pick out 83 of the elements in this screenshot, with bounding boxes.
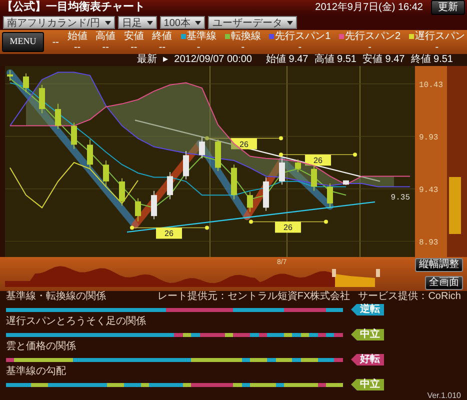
status-tag: 中立	[351, 328, 384, 340]
marker-icon: ▸	[163, 54, 168, 66]
candlestick	[23, 72, 29, 93]
signal-label: 遅行スパンとろうそく足の関係	[6, 316, 146, 328]
dropdown[interactable]: 日足	[118, 16, 157, 29]
field-label: 高値	[96, 31, 116, 42]
legend-value: -	[435, 42, 439, 53]
status-tag: 好転	[351, 354, 384, 366]
caret-icon	[195, 21, 202, 25]
price-label: 9.35	[390, 193, 410, 202]
legend-label: 遅行スパン	[414, 31, 465, 42]
candlestick	[119, 178, 125, 206]
legend-label: 転換線	[230, 31, 261, 42]
field-value: --	[130, 42, 138, 53]
axis-label: 10.43	[419, 80, 444, 90]
candlestick	[311, 165, 317, 192]
candlestick	[199, 136, 205, 159]
candlestick	[327, 183, 333, 208]
credit-text: サービス提供：CoRich	[358, 291, 461, 303]
quote-text: 終値 9.51	[410, 54, 453, 66]
value-text: --	[52, 36, 59, 48]
candlestick	[7, 70, 13, 82]
dropdown[interactable]: ユーザーデータ	[208, 16, 298, 29]
legend-value: -	[368, 42, 372, 53]
candlestick	[103, 160, 109, 186]
signal-label: 基準線の勾配	[6, 366, 66, 378]
latest-datetime: 2012/09/07 00:00	[174, 54, 252, 66]
quote-text: 高値 9.51	[314, 54, 356, 66]
version-text: Ver.1.010	[427, 391, 461, 400]
range-handle	[332, 269, 336, 277]
scrollbar[interactable]	[447, 66, 467, 257]
app-title: 【公式】一目均衡表チャート	[2, 0, 145, 15]
signal-label: 雲と価格の関係	[6, 341, 76, 353]
selection-area	[335, 274, 375, 287]
caret-icon	[287, 21, 294, 25]
field-value: --	[74, 42, 81, 53]
axis-label: 9.43	[419, 186, 438, 195]
field-label: 終値	[152, 31, 172, 42]
legend-value: -	[241, 42, 245, 53]
dropdown[interactable]: 南アフリカランド/円	[3, 16, 115, 29]
candlestick	[151, 190, 157, 220]
candlestick	[263, 176, 269, 212]
status-tag: 逆転	[351, 304, 384, 316]
candlestick	[247, 192, 253, 212]
legend-value: -	[298, 42, 302, 53]
legend-label: 先行スパン2	[345, 31, 401, 42]
date-time: 2012年9月7日(金) 16:42	[315, 1, 423, 15]
legend-label: 先行スパン1	[275, 31, 331, 42]
legend-value: -	[196, 42, 200, 53]
axis-label: 8.93	[419, 238, 438, 248]
candlestick	[39, 84, 45, 114]
caret-icon	[146, 21, 153, 25]
field-label: 始値	[67, 31, 88, 42]
dropdown[interactable]: 100本	[160, 16, 206, 29]
latest-label: 最新	[137, 54, 158, 66]
scroll-thumb[interactable]	[449, 176, 461, 234]
menu-button[interactable]: MENU	[2, 32, 44, 52]
candlestick	[87, 139, 93, 170]
status-tag: 中立	[351, 378, 384, 390]
candlestick	[279, 158, 285, 185]
toolbar-button[interactable]: 縦幅調整	[415, 258, 463, 272]
caret-icon	[104, 21, 111, 25]
candlestick	[167, 172, 173, 200]
update-button[interactable]: 更新	[431, 0, 465, 15]
candlestick	[183, 150, 189, 180]
candlestick	[55, 103, 61, 130]
field-value: --	[158, 42, 166, 53]
legend-label: 基準線	[186, 31, 217, 42]
field-label: 安値	[124, 31, 144, 42]
candlestick	[135, 198, 141, 222]
quote-text: 始値 9.47	[266, 54, 308, 66]
candlestick	[231, 164, 237, 200]
quote-text: 安値 9.47	[362, 54, 405, 66]
candlestick	[71, 122, 77, 150]
range-handle	[376, 269, 380, 277]
field-value: --	[102, 42, 109, 53]
signal-label: 基準線・転換線の関係	[6, 291, 106, 303]
toolbar-button[interactable]: 全画面	[425, 276, 463, 290]
axis-label: 9.93	[419, 133, 438, 142]
candlestick	[343, 180, 349, 185]
candlestick	[215, 139, 221, 172]
credit-text: レート提供元：セントラル短資FX株式会社	[157, 291, 350, 303]
candlestick	[295, 159, 301, 172]
